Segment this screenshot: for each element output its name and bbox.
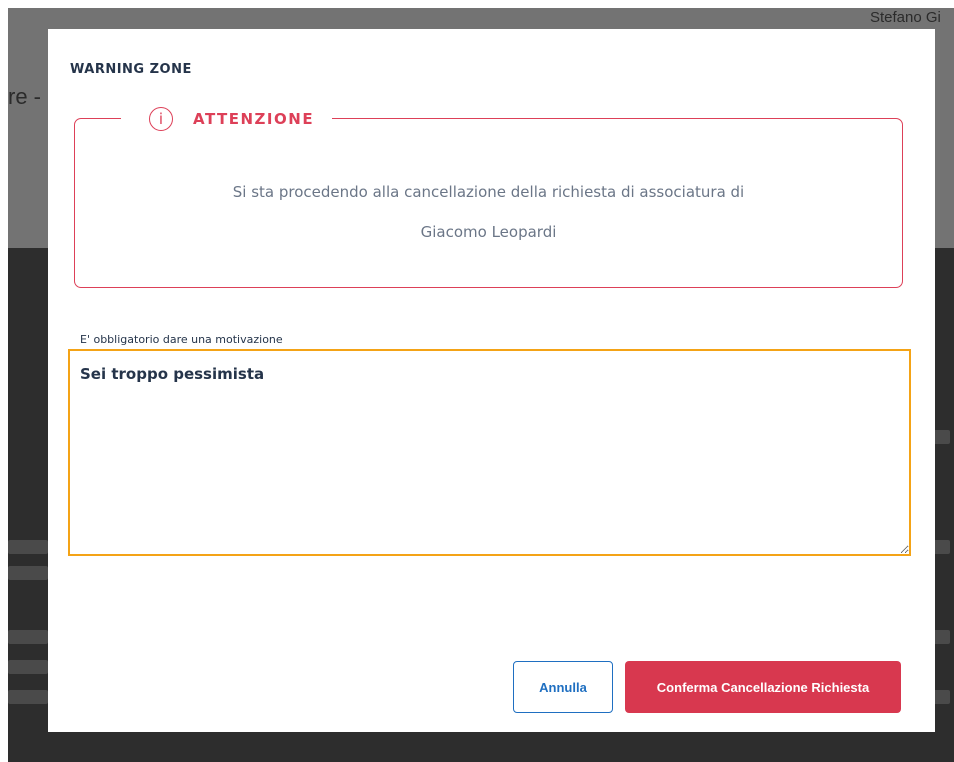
reason-label: E' obbligatorio dare una motivazione [80,333,283,346]
background-text-fragment [8,566,48,580]
background-user-name: Stefano Gi [870,9,941,26]
background-text-fragment [8,690,48,704]
background-text-fragment [8,540,48,554]
reason-textarea[interactable]: Sei troppo pessimista [68,349,911,556]
warning-message-line: Si sta procedendo alla cancellazione del… [232,183,745,201]
background-breadcrumb: re - [8,84,41,109]
warning-box: i ATTENZIONE Si sta procedendo alla canc… [74,104,903,288]
warning-member-name: Giacomo Leopardi [420,223,557,241]
cancel-button[interactable]: Annulla [513,661,613,713]
warning-legend: i ATTENZIONE [121,104,333,134]
modal-title: WARNING ZONE [70,62,192,77]
info-circle-icon: i [149,107,173,131]
warning-modal: WARNING ZONE i ATTENZIONE Si sta procede… [48,29,935,732]
background-text-fragment [8,660,48,674]
background-text-fragment [8,630,48,644]
warning-heading: ATTENZIONE [193,110,315,128]
warning-message: Si sta procedendo alla cancellazione del… [75,172,902,252]
confirm-delete-button[interactable]: Conferma Cancellazione Richiesta [625,661,901,713]
